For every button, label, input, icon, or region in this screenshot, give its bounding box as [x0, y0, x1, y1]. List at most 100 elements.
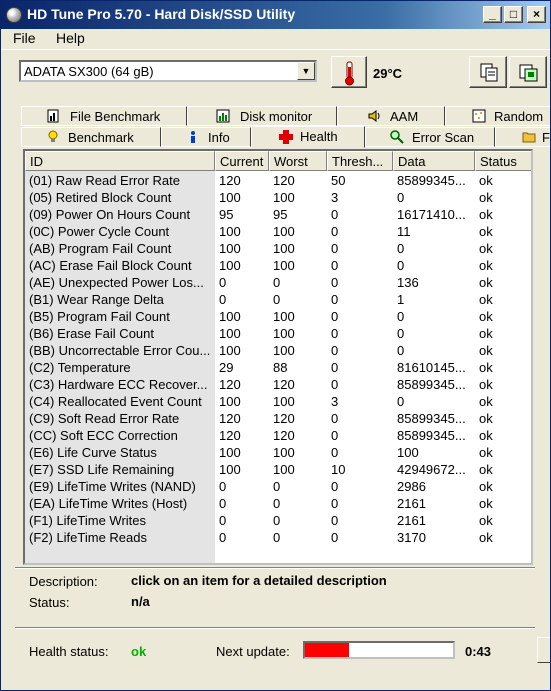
column-header-worst[interactable]: Worst — [269, 151, 327, 171]
cell-data: 0 — [397, 309, 405, 324]
cell-id: (C3) Hardware ECC Recover... — [29, 377, 208, 392]
tab-disk-monitor[interactable]: Disk monitor — [187, 106, 337, 126]
cell-current: 29 — [219, 360, 234, 375]
tab-label: Error Scan — [412, 130, 475, 145]
cell-current: 100 — [219, 445, 241, 460]
tab-info[interactable]: Info — [161, 127, 251, 147]
tab-error-scan[interactable]: Error Scan — [365, 127, 495, 147]
table-row[interactable]: (BB) Uncorrectable Error Cou... 100 100 0 0 o… — [25, 342, 531, 359]
tab-label: AAM — [390, 109, 419, 124]
cell-threshold: 10 — [331, 462, 346, 477]
table-row[interactable]: (AE) Unexpected Power Los... 0 0 0 136 ok — [25, 274, 531, 291]
cell-id: (C9) Soft Read Error Rate — [29, 411, 180, 426]
cell-data: 1 — [397, 292, 405, 307]
cell-threshold: 0 — [331, 241, 339, 256]
column-header-threshold[interactable]: Thresh... — [327, 151, 393, 171]
cell-worst: 120 — [273, 411, 295, 426]
table-row[interactable]: (E7) SSD Life Remaining 100 100 10 42949672.… — [25, 461, 531, 478]
cell-id: (AB) Program Fail Count — [29, 241, 172, 256]
cell-status: ok — [479, 309, 493, 324]
table-row[interactable]: (C4) Reallocated Event Count 100 100 3 0 ok — [25, 393, 531, 410]
cell-current: 100 — [219, 190, 241, 205]
cell-current: 100 — [219, 462, 241, 477]
menu-file[interactable]: File — [13, 30, 36, 46]
table-row[interactable]: (C9) Soft Read Error Rate 120 120 0 85899345… — [25, 410, 531, 427]
column-header-data[interactable]: Data — [393, 151, 475, 171]
table-row[interactable]: (AB) Program Fail Count 100 100 0 0 ok — [25, 240, 531, 257]
tab-benchmark[interactable]: Benchmark — [21, 127, 161, 147]
table-row[interactable]: (AC) Erase Fail Block Count 100 100 0 0 ok — [25, 257, 531, 274]
window-title: HD Tune Pro 5.70 - Hard Disk/SSD Utility — [27, 6, 296, 22]
column-header-current[interactable]: Current — [215, 151, 269, 171]
cell-data: 11 — [397, 224, 411, 239]
toolbar: ADATA SX300 (64 gB) ▼ 29°C — [1, 49, 550, 97]
table-row[interactable]: (F1) LifeTime Writes 0 0 0 2161 ok — [25, 512, 531, 529]
menu-help[interactable]: Help — [56, 30, 85, 46]
lightbulb-icon — [48, 130, 58, 142]
column-header-id[interactable]: ID — [25, 151, 215, 171]
close-button[interactable]: × — [527, 6, 546, 23]
cell-data: 85899345... — [397, 411, 466, 426]
cell-id: (B1) Wear Range Delta — [29, 292, 164, 307]
next-update-progress — [303, 641, 455, 659]
cell-worst: 100 — [273, 190, 295, 205]
table-row[interactable]: (C2) Temperature 29 88 0 81610145... ok — [25, 359, 531, 376]
cell-current: 95 — [219, 207, 234, 222]
drive-select[interactable]: ADATA SX300 (64 gB) ▼ — [19, 60, 317, 82]
next-update-label: Next update: — [216, 644, 290, 659]
copy-text-button[interactable] — [469, 56, 507, 88]
cell-threshold: 3 — [331, 190, 339, 205]
title-bar[interactable]: HD Tune Pro 5.70 - Hard Disk/SSD Utility… — [1, 1, 550, 29]
cell-status: ok — [479, 513, 493, 528]
cell-worst: 0 — [273, 530, 281, 545]
health-status-label: Health status: — [29, 644, 109, 659]
cell-current: 0 — [219, 513, 227, 528]
cell-threshold: 0 — [331, 411, 339, 426]
table-row[interactable]: (EA) LifeTime Writes (Host) 0 0 0 2161 ok — [25, 495, 531, 512]
table-row[interactable]: (CC) Soft ECC Correction 120 120 0 85899345.… — [25, 427, 531, 444]
table-row[interactable]: (01) Raw Read Error Rate 120 120 50 85899345… — [25, 172, 531, 189]
table-row[interactable]: (C3) Hardware ECC Recover... 120 120 0 85899… — [25, 376, 531, 393]
cell-current: 100 — [219, 309, 241, 324]
cell-threshold: 0 — [331, 496, 339, 511]
maximize-button[interactable]: □ — [504, 6, 523, 23]
tab-folder-usage[interactable]: F — [495, 127, 550, 147]
cell-worst: 0 — [273, 513, 281, 528]
table-row[interactable]: (B6) Erase Fail Count 100 100 0 0 ok — [25, 325, 531, 342]
table-row[interactable]: (09) Power On Hours Count 95 95 0 16171410..… — [25, 206, 531, 223]
cell-status: ok — [479, 428, 493, 443]
cell-data: 42949672... — [397, 462, 466, 477]
cell-status: ok — [479, 360, 493, 375]
table-row[interactable]: (B5) Program Fail Count 100 100 0 0 ok — [25, 308, 531, 325]
tab-file-benchmark[interactable]: File Benchmark — [21, 106, 187, 126]
temperature-button[interactable] — [331, 56, 367, 88]
cell-threshold: 0 — [331, 445, 339, 460]
cell-id: (CC) Soft ECC Correction — [29, 428, 178, 443]
save-screenshot-button[interactable] — [509, 56, 547, 88]
table-row[interactable]: (B1) Wear Range Delta 0 0 0 1 ok — [25, 291, 531, 308]
minimize-button[interactable]: _ — [483, 6, 502, 23]
tab-aam[interactable]: AAM — [337, 106, 445, 126]
cell-data: 3170 — [397, 530, 426, 545]
temperature-readout: 29°C — [373, 66, 403, 81]
table-row[interactable]: (F2) LifeTime Reads 0 0 0 3170 ok — [25, 529, 531, 546]
cell-threshold: 0 — [331, 513, 339, 528]
table-row[interactable]: (0C) Power Cycle Count 100 100 0 11 ok — [25, 223, 531, 240]
screenshot-icon — [519, 64, 538, 82]
table-row[interactable]: (05) Retired Block Count 100 100 3 0 ok — [25, 189, 531, 206]
cell-status: ok — [479, 275, 493, 290]
cell-worst: 100 — [273, 394, 295, 409]
cell-worst: 100 — [273, 326, 295, 341]
cell-id: (09) Power On Hours Count — [29, 207, 191, 222]
chevron-down-icon[interactable]: ▼ — [297, 62, 315, 80]
smart-attributes-table[interactable]: ID Current Worst Thresh... Data Status (01) Ra… — [23, 149, 533, 565]
tab-health[interactable]: Health — [251, 126, 365, 148]
tab-random[interactable]: Random — [445, 106, 550, 126]
column-header-status[interactable]: Status — [475, 151, 531, 171]
table-row[interactable]: (E6) Life Curve Status 100 100 0 100 ok — [25, 444, 531, 461]
table-row[interactable]: (E9) LifeTime Writes (NAND) 0 0 0 2986 ok — [25, 478, 531, 495]
cell-current: 100 — [219, 224, 241, 239]
cell-status: ok — [479, 445, 493, 460]
drive-select-value: ADATA SX300 (64 gB) — [24, 64, 154, 79]
exit-button[interactable] — [537, 637, 550, 663]
